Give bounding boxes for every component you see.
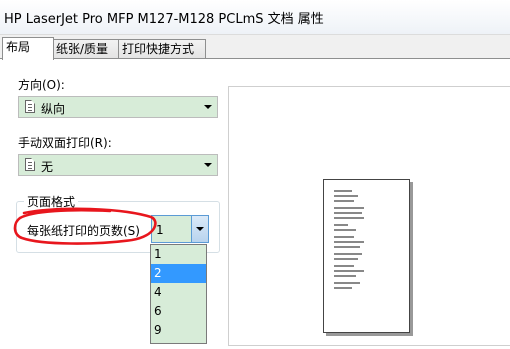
preview-page: [323, 179, 410, 333]
dropdown-option[interactable]: 1: [151, 245, 206, 264]
duplex-value: 无: [41, 160, 54, 174]
orientation-value: 纵向: [41, 102, 66, 116]
tab-paper-quality[interactable]: 纸张/质量: [52, 39, 122, 59]
dropdown-option[interactable]: 9: [151, 321, 206, 340]
chevron-down-icon: [196, 227, 204, 231]
orientation-label: 方向(O):: [18, 78, 65, 92]
pages-per-sheet-value: 1: [156, 223, 164, 237]
window-title: HP LaserJet Pro MFP M127-M128 PCLmS 文档 属…: [4, 12, 324, 27]
dropdown-option[interactable]: 6: [151, 302, 206, 321]
tab-label: 纸张/质量: [56, 42, 109, 56]
document-icon: [25, 100, 35, 113]
pages-per-sheet-label: 每张纸打印的页数(S): [27, 224, 140, 238]
tab-label: 打印快捷方式: [122, 42, 195, 56]
title-bar: HP LaserJet Pro MFP M127-M128 PCLmS 文档 属…: [0, 0, 510, 35]
document-icon: [25, 158, 35, 171]
chevron-down-icon: [204, 105, 212, 109]
tab-label: 布局: [6, 40, 31, 54]
tab-layout[interactable]: 布局: [2, 37, 54, 60]
pages-per-sheet-select[interactable]: 1: [151, 215, 209, 243]
page-preview: [228, 86, 510, 346]
duplex-select[interactable]: 无: [18, 154, 218, 176]
dropdown-option[interactable]: 4: [151, 283, 206, 302]
duplex-label: 手动双面打印(R):: [18, 136, 112, 150]
chevron-down-icon: [204, 163, 212, 167]
dropdown-button[interactable]: [191, 216, 208, 242]
page-format-group-title: 页面格式: [24, 193, 79, 210]
dropdown-option-selected[interactable]: 2: [151, 264, 206, 283]
tab-print-shortcuts[interactable]: 打印快捷方式: [118, 39, 206, 59]
pages-per-sheet-dropdown: 1 2 4 6 9: [150, 244, 207, 344]
orientation-select[interactable]: 纵向: [18, 96, 218, 118]
